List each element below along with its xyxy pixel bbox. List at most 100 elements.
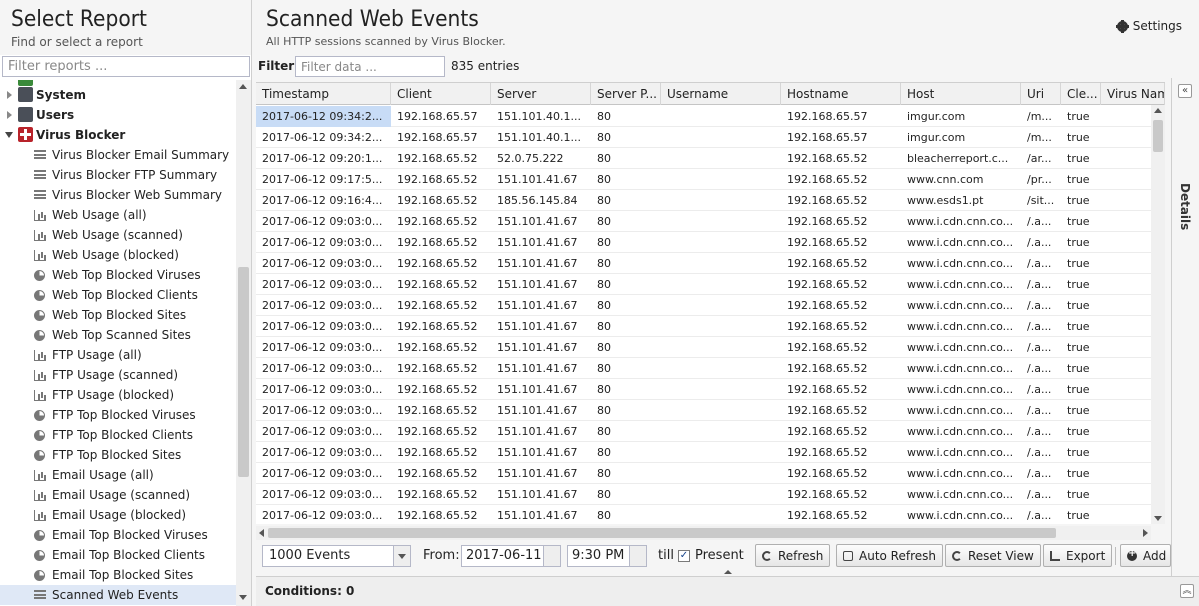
- tree-category-virus-blocker[interactable]: Virus Blocker: [0, 125, 236, 145]
- tree-category-system[interactable]: System: [0, 85, 236, 105]
- table-row[interactable]: 2017-06-12 09:03:0... 192.168.65.52 151.10…: [256, 400, 1156, 421]
- cell-timestamp: 2017-06-12 09:03:0...: [262, 320, 383, 333]
- auto-refresh-button[interactable]: Auto Refresh: [836, 544, 943, 567]
- pie-chart-icon: [34, 290, 45, 301]
- grid-horizontal-scrollbar[interactable]: [256, 526, 1151, 540]
- tree-report-item[interactable]: Email Top Blocked Clients: [0, 545, 236, 565]
- cell-clean: true: [1067, 152, 1090, 165]
- tree-report-item[interactable]: Web Top Blocked Sites: [0, 305, 236, 325]
- column-header-timestamp[interactable]: Timestamp: [256, 83, 391, 105]
- tree-report-item[interactable]: Virus Blocker Web Summary: [0, 185, 236, 205]
- tree-report-item[interactable]: Email Top Blocked Sites: [0, 565, 236, 585]
- add-to-dashboard-button[interactable]: Add to Da: [1120, 544, 1171, 567]
- scroll-right-arrow-icon[interactable]: [1143, 529, 1148, 537]
- pie-chart-icon: [34, 310, 45, 321]
- table-row[interactable]: 2017-06-12 09:16:4... 192.168.65.52 185.56…: [256, 190, 1156, 211]
- table-row[interactable]: 2017-06-12 09:34:2... 192.168.65.57 151.10…: [256, 127, 1156, 148]
- table-row[interactable]: 2017-06-12 09:03:0... 192.168.65.52 151.10…: [256, 232, 1156, 253]
- cell-clean: true: [1067, 194, 1090, 207]
- tree-report-item[interactable]: FTP Top Blocked Clients: [0, 425, 236, 445]
- table-row[interactable]: 2017-06-12 09:34:2... 192.168.65.57 151.10…: [256, 106, 1156, 127]
- scroll-up-arrow-icon[interactable]: [1154, 108, 1162, 113]
- table-row[interactable]: 2017-06-12 09:17:5... 192.168.65.52 151.10…: [256, 169, 1156, 190]
- table-row[interactable]: 2017-06-12 09:03:0... 192.168.65.52 151.10…: [256, 484, 1156, 505]
- tree-report-item[interactable]: Virus Blocker Email Summary: [0, 145, 236, 165]
- tree-report-item[interactable]: FTP Usage (scanned): [0, 365, 236, 385]
- table-row[interactable]: 2017-06-12 09:03:0... 192.168.65.52 151.10…: [256, 211, 1156, 232]
- tree-report-item[interactable]: Email Usage (blocked): [0, 505, 236, 525]
- tree-report-item[interactable]: FTP Top Blocked Sites: [0, 445, 236, 465]
- from-time-field[interactable]: 9:30 PM: [567, 545, 647, 567]
- tree-category-users[interactable]: Users: [0, 105, 236, 125]
- tree-report-item[interactable]: Email Usage (scanned): [0, 485, 236, 505]
- toolbar-separator: [1115, 547, 1116, 565]
- tree-report-item[interactable]: Web Top Blocked Clients: [0, 285, 236, 305]
- table-row[interactable]: 2017-06-12 09:03:0... 192.168.65.52 151.10…: [256, 274, 1156, 295]
- resize-handle-icon[interactable]: [724, 570, 732, 574]
- tree-report-item[interactable]: FTP Usage (all): [0, 345, 236, 365]
- refresh-button[interactable]: Refresh: [755, 544, 831, 567]
- scroll-thumb[interactable]: [238, 267, 249, 477]
- details-panel-collapsed[interactable]: « Details: [1171, 78, 1199, 576]
- tree-report-item[interactable]: FTP Usage (blocked): [0, 385, 236, 405]
- column-header-clean[interactable]: Cle...: [1061, 83, 1101, 105]
- from-time-value: 9:30 PM: [572, 548, 625, 563]
- scroll-left-arrow-icon[interactable]: [259, 529, 264, 537]
- scroll-down-arrow-icon[interactable]: [1154, 516, 1162, 521]
- table-row[interactable]: 2017-06-12 09:03:0... 192.168.65.52 151.10…: [256, 442, 1156, 463]
- events-limit-select[interactable]: 1000 Events: [262, 545, 411, 567]
- expand-conditions-icon[interactable]: ︽: [1180, 584, 1194, 598]
- tree-report-item[interactable]: Web Usage (all): [0, 205, 236, 225]
- table-row[interactable]: 2017-06-12 09:20:1... 192.168.65.52 52.0.7…: [256, 148, 1156, 169]
- column-header-hostname[interactable]: Hostname: [781, 83, 901, 105]
- table-row[interactable]: 2017-06-12 09:03:0... 192.168.65.52 151.10…: [256, 505, 1156, 524]
- tree-report-item[interactable]: Web Top Scanned Sites: [0, 325, 236, 345]
- tree-scrollbar[interactable]: [236, 80, 251, 606]
- chevron-down-icon[interactable]: [629, 546, 646, 566]
- column-header-host[interactable]: Host: [901, 83, 1021, 105]
- tree-report-item[interactable]: Virus Blocker FTP Summary: [0, 165, 236, 185]
- text-report-icon: [34, 170, 46, 179]
- column-header-virus-name[interactable]: Virus Nam: [1101, 83, 1165, 105]
- table-row[interactable]: 2017-06-12 09:03:0... 192.168.65.52 151.10…: [256, 337, 1156, 358]
- expand-arrow-icon[interactable]: [7, 111, 12, 119]
- scroll-up-arrow-icon[interactable]: [239, 84, 247, 89]
- collapse-arrow-icon[interactable]: [5, 132, 13, 138]
- tree-report-item[interactable]: Scanned Web Events: [0, 585, 236, 605]
- expand-arrow-icon[interactable]: [7, 91, 12, 99]
- table-row[interactable]: 2017-06-12 09:03:0... 192.168.65.52 151.10…: [256, 379, 1156, 400]
- scroll-thumb[interactable]: [268, 528, 1056, 538]
- tree-report-item[interactable]: FTP Top Blocked Viruses: [0, 405, 236, 425]
- column-header-username[interactable]: Username: [661, 83, 781, 105]
- table-row[interactable]: 2017-06-12 09:03:0... 192.168.65.52 151.10…: [256, 253, 1156, 274]
- grid-vertical-scrollbar[interactable]: [1151, 105, 1165, 524]
- settings-button[interactable]: Settings: [1115, 19, 1182, 33]
- conditions-panel[interactable]: Conditions: 0 ︽: [256, 576, 1199, 606]
- column-header-server[interactable]: Server: [491, 83, 591, 105]
- export-button[interactable]: Export: [1043, 544, 1113, 567]
- expand-details-icon[interactable]: «: [1178, 84, 1192, 98]
- present-checkbox[interactable]: ✓: [678, 550, 690, 562]
- cell-client: 192.168.65.52: [397, 467, 478, 480]
- from-date-field[interactable]: 2017-06-11: [461, 545, 561, 567]
- scroll-down-arrow-icon[interactable]: [239, 595, 247, 600]
- chevron-down-icon[interactable]: [393, 546, 410, 566]
- tree-report-item[interactable]: Web Top Blocked Viruses: [0, 265, 236, 285]
- tree-report-item[interactable]: Email Usage (all): [0, 465, 236, 485]
- reset-view-button[interactable]: Reset View: [945, 544, 1041, 567]
- table-row[interactable]: 2017-06-12 09:03:0... 192.168.65.52 151.10…: [256, 463, 1156, 484]
- filter-reports-input[interactable]: [2, 56, 250, 77]
- column-header-client[interactable]: Client: [391, 83, 491, 105]
- table-row[interactable]: 2017-06-12 09:03:0... 192.168.65.52 151.10…: [256, 421, 1156, 442]
- scroll-thumb[interactable]: [1153, 120, 1163, 152]
- calendar-icon[interactable]: [543, 546, 560, 566]
- filter-data-input[interactable]: [295, 56, 445, 77]
- tree-report-item[interactable]: Email Top Blocked Viruses: [0, 525, 236, 545]
- tree-report-item[interactable]: Web Usage (blocked): [0, 245, 236, 265]
- tree-report-item[interactable]: Web Usage (scanned): [0, 225, 236, 245]
- table-row[interactable]: 2017-06-12 09:03:0... 192.168.65.52 151.10…: [256, 316, 1156, 337]
- column-header-uri[interactable]: Uri: [1021, 83, 1061, 105]
- table-row[interactable]: 2017-06-12 09:03:0... 192.168.65.52 151.10…: [256, 358, 1156, 379]
- table-row[interactable]: 2017-06-12 09:03:0... 192.168.65.52 151.10…: [256, 295, 1156, 316]
- column-header-server-port[interactable]: Server P...: [591, 83, 661, 105]
